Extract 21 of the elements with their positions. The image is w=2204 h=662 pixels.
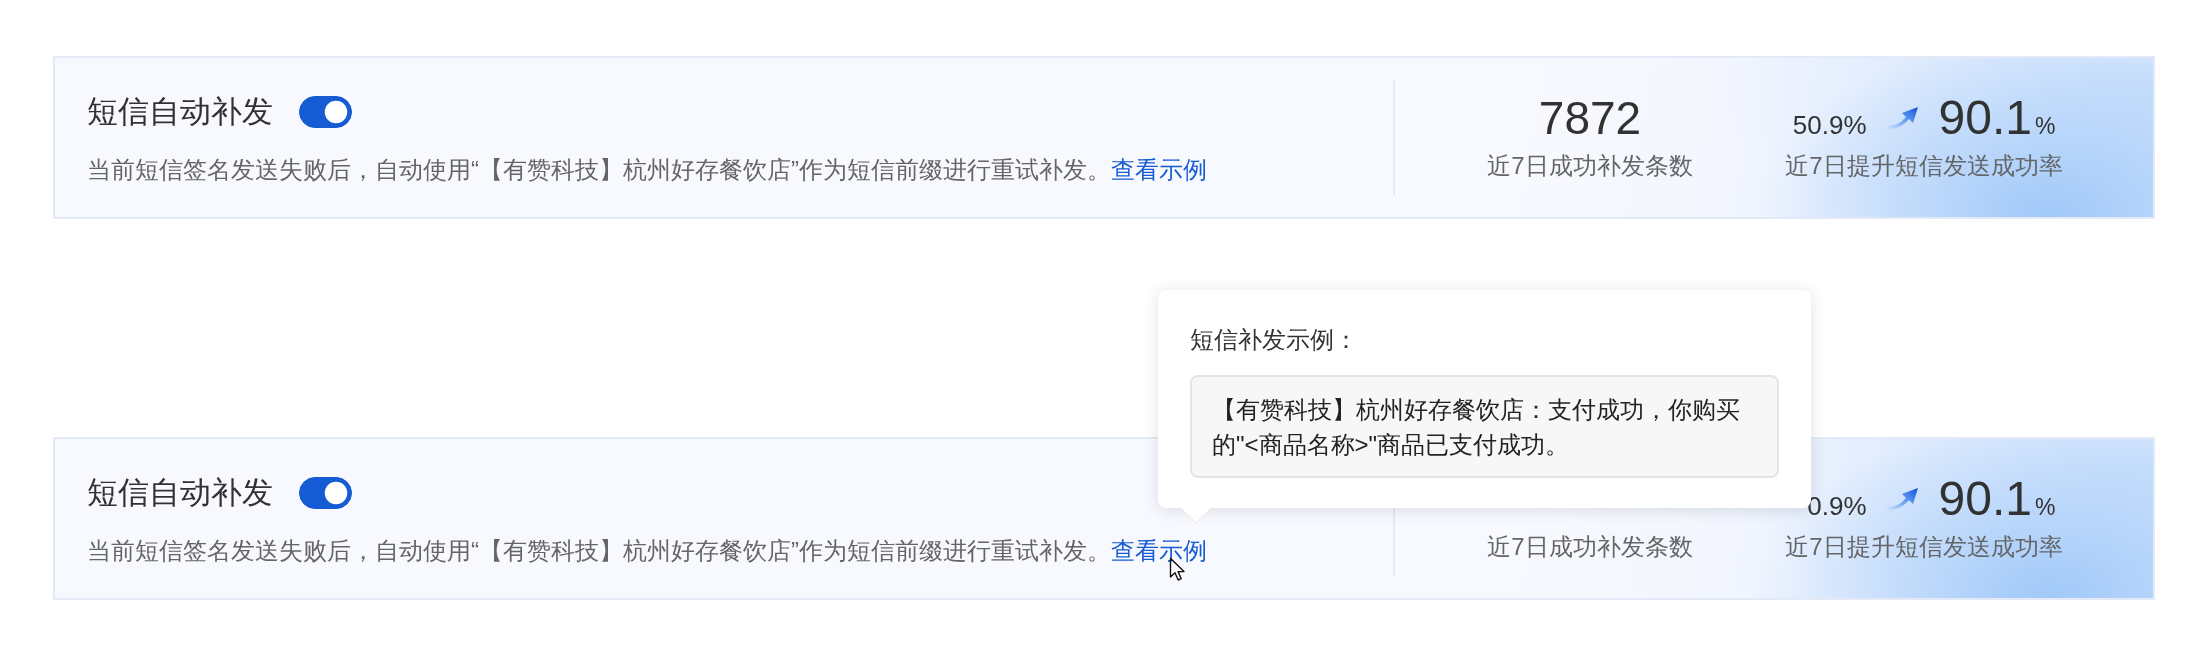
percent-unit: %	[2035, 112, 2056, 141]
feature-title: 短信自动补发	[87, 93, 273, 131]
percent-unit: %	[2035, 493, 2056, 522]
stat-value: 7872	[1537, 91, 1643, 146]
feature-description: 当前短信签名发送失败后，自动使用“【有赞科技】杭州好存餐饮店”作为短信前缀进行重试补发。查看示例	[87, 155, 1208, 185]
trend-arrow-icon	[1886, 106, 1919, 130]
current-rate: 90.1	[1938, 471, 2032, 527]
toggle-switch[interactable]	[299, 96, 352, 128]
previous-rate: 50.9%	[1792, 109, 1867, 142]
current-rate: 90.1	[1938, 90, 2032, 146]
trend-arrow-icon	[1886, 487, 1919, 511]
popover-title: 短信补发示例：	[1190, 325, 1359, 355]
sample-message: 【有赞科技】杭州好存餐饮店：支付成功，你购买的"<商品名称>"商品已支付成功。	[1190, 375, 1779, 478]
stat-label: 近7日提升短信发送成功率	[1784, 151, 2064, 181]
feature-title: 短信自动补发	[87, 474, 273, 512]
stat-label: 近7日成功补发条数	[1486, 532, 1694, 562]
stat-label: 近7日提升短信发送成功率	[1784, 532, 2064, 562]
view-example-link[interactable]: 查看示例	[1111, 156, 1207, 183]
toggle-switch[interactable]	[299, 477, 352, 509]
stat-label: 近7日成功补发条数	[1486, 151, 1694, 181]
previous-rate: 0.9%	[1807, 490, 1867, 523]
